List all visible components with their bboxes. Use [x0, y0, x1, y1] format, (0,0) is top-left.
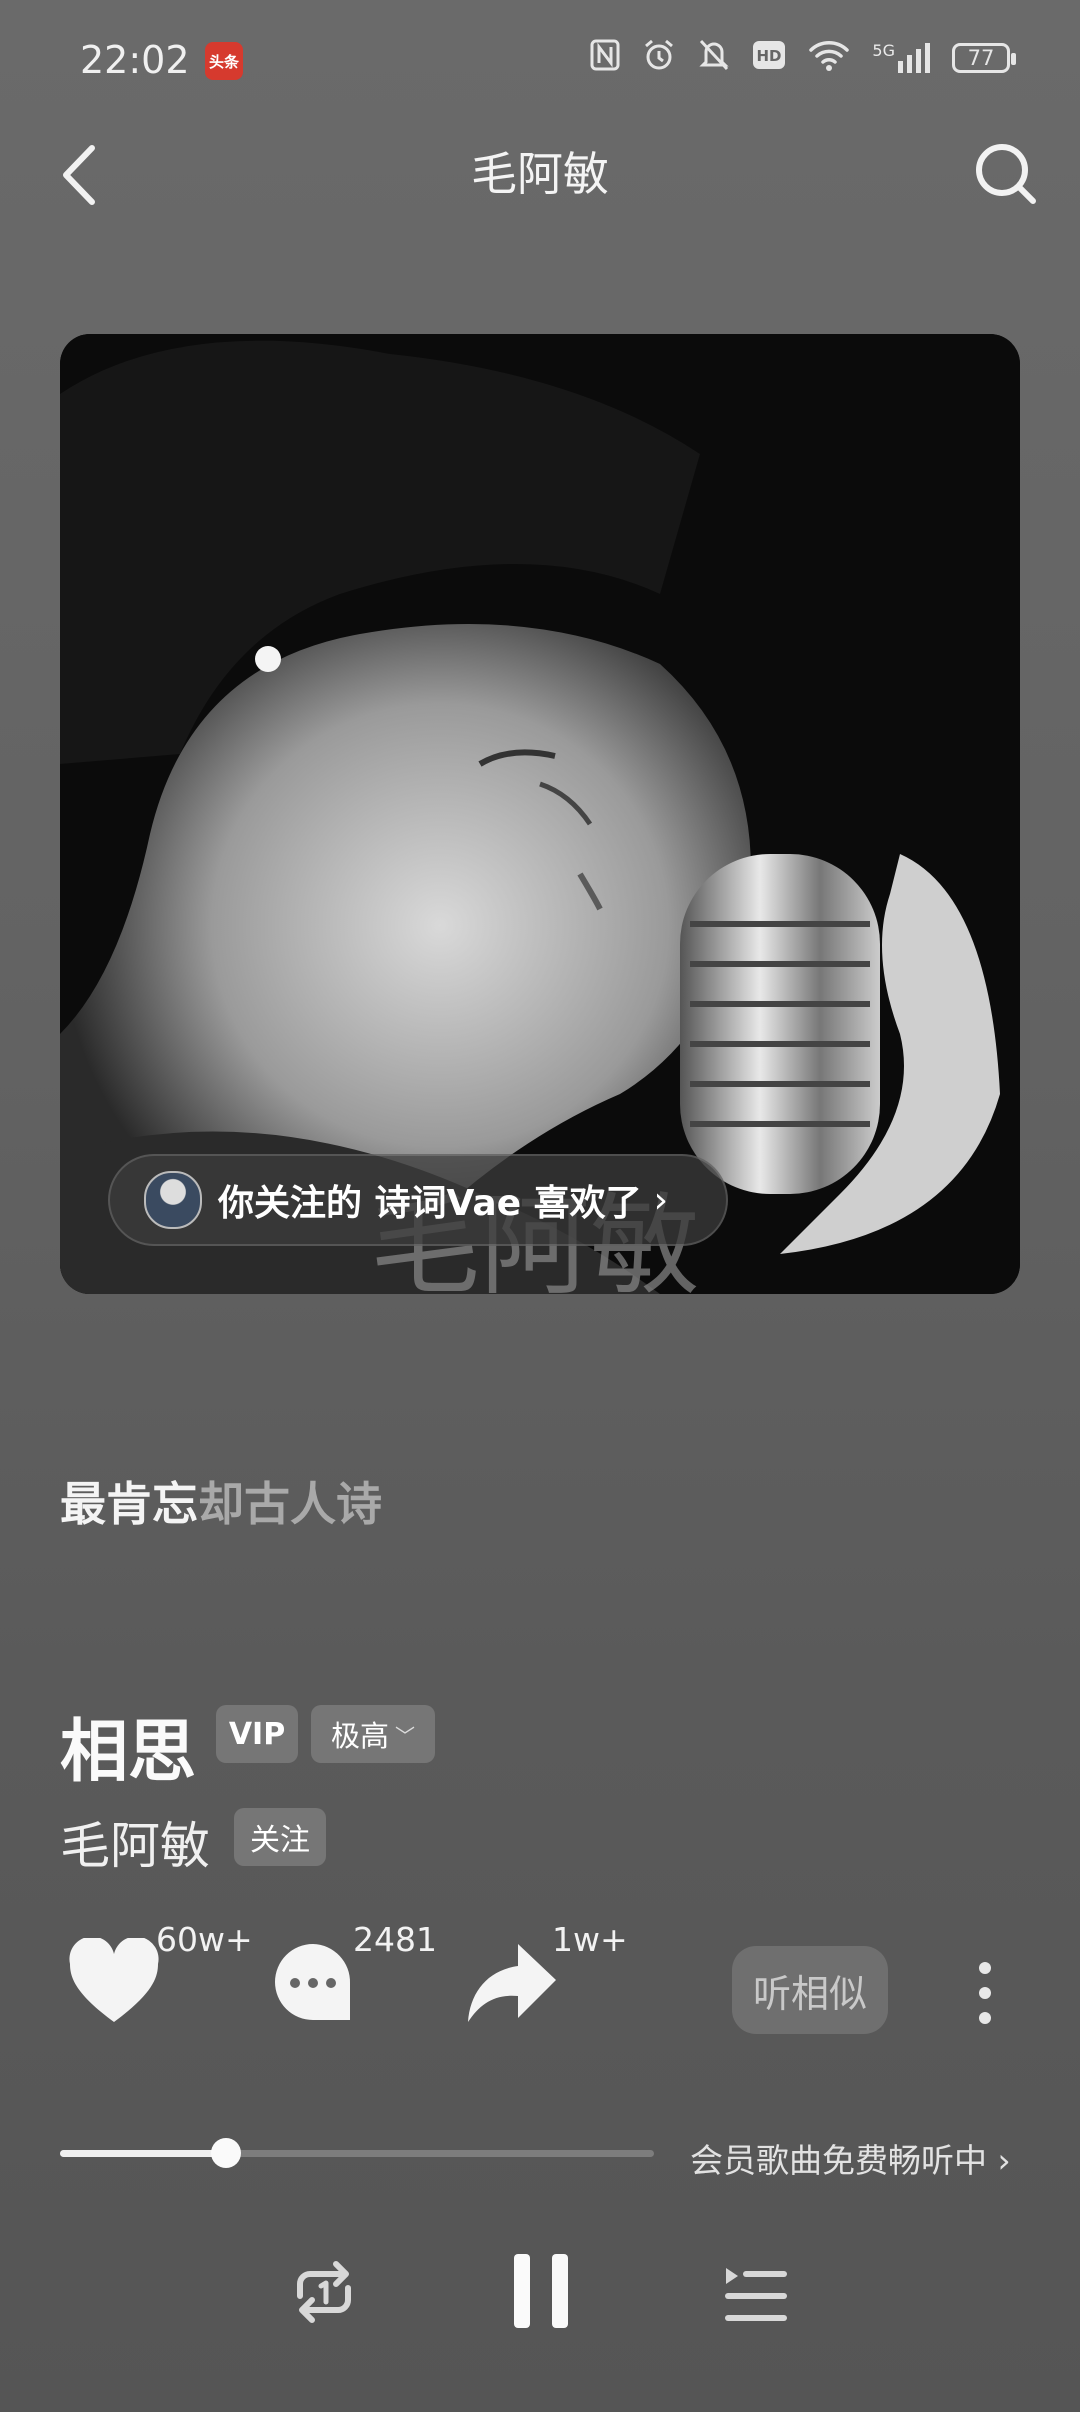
comment-count: 2481 [353, 1920, 437, 1959]
battery-level: 77 [967, 46, 995, 70]
progress-fill [60, 2150, 227, 2157]
follow-button[interactable]: 关注 [234, 1808, 326, 1866]
mute-icon [698, 38, 730, 78]
heart-icon [69, 1936, 159, 2022]
app-notification-icon: 头条 [205, 42, 243, 80]
more-button[interactable] [970, 1960, 1000, 2026]
quality-label: 极高 [330, 1719, 389, 1753]
lyric-unsung: 却古人诗 [198, 1477, 382, 1531]
listen-similar-button[interactable]: 听相似 [732, 1946, 888, 2034]
chevron-down-icon: ﹀ [395, 1723, 415, 1748]
like-button[interactable] [66, 1936, 162, 2028]
repeat-icon [297, 2261, 351, 2323]
more-icon [979, 1962, 991, 2024]
nfc-icon [590, 39, 620, 77]
album-art-image: 毛阿敏 [60, 334, 1020, 1294]
share-count: 1w+ [552, 1920, 628, 1959]
quality-selector[interactable]: 极高 ﹀ [311, 1705, 435, 1763]
network-type: 5G [872, 41, 895, 60]
song-title: 相思 [60, 1713, 197, 1792]
hd-icon: HD [752, 40, 786, 76]
pause-button[interactable] [512, 2252, 570, 2330]
vip-free-link[interactable]: 会员歌曲免费畅听中 › [690, 2134, 1011, 2182]
repeat-button[interactable] [288, 2256, 360, 2328]
share-button[interactable] [464, 1938, 560, 2028]
signal-icon: 5G [872, 43, 930, 73]
progress-thumb[interactable] [211, 2138, 242, 2168]
playlist-button[interactable] [722, 2260, 788, 2326]
page-title: 毛阿敏 [471, 147, 609, 201]
svg-text:HD: HD [757, 47, 782, 65]
wifi-icon [808, 38, 850, 78]
share-icon [468, 1944, 556, 2022]
comment-button[interactable] [268, 1938, 364, 2028]
vip-free-text: 会员歌曲免费畅听中 [690, 2141, 987, 2180]
lyric-sung: 最肯忘 [60, 1477, 198, 1531]
playlist-icon [725, 2268, 787, 2321]
alarm-icon [642, 38, 676, 78]
comment-icon [275, 1944, 351, 2020]
search-icon [976, 144, 1036, 204]
pause-icon [514, 2254, 568, 2328]
current-lyric-line[interactable]: 最肯忘却古人诗 [60, 1468, 382, 1534]
avatar [144, 1171, 202, 1229]
chevron-right-icon: › [997, 2141, 1011, 2180]
status-time: 22:02 [80, 38, 190, 82]
vip-badge: VIP [216, 1705, 298, 1763]
friend-like-pill[interactable]: 你关注的 诗词Vae 喜欢了 › [108, 1154, 728, 1246]
artist-name[interactable]: 毛阿敏 [60, 1806, 210, 1878]
like-count: 60w+ [156, 1920, 253, 1959]
friend-like-text: 你关注的 诗词Vae 喜欢了 [218, 1183, 642, 1224]
battery-icon: 77 [952, 43, 1016, 73]
album-cover[interactable]: 毛阿敏 [60, 334, 1020, 1294]
status-icons: HD 5G 77 [590, 38, 1016, 78]
chevron-right-icon: › [653, 1179, 669, 1221]
search-button[interactable] [970, 138, 1040, 208]
